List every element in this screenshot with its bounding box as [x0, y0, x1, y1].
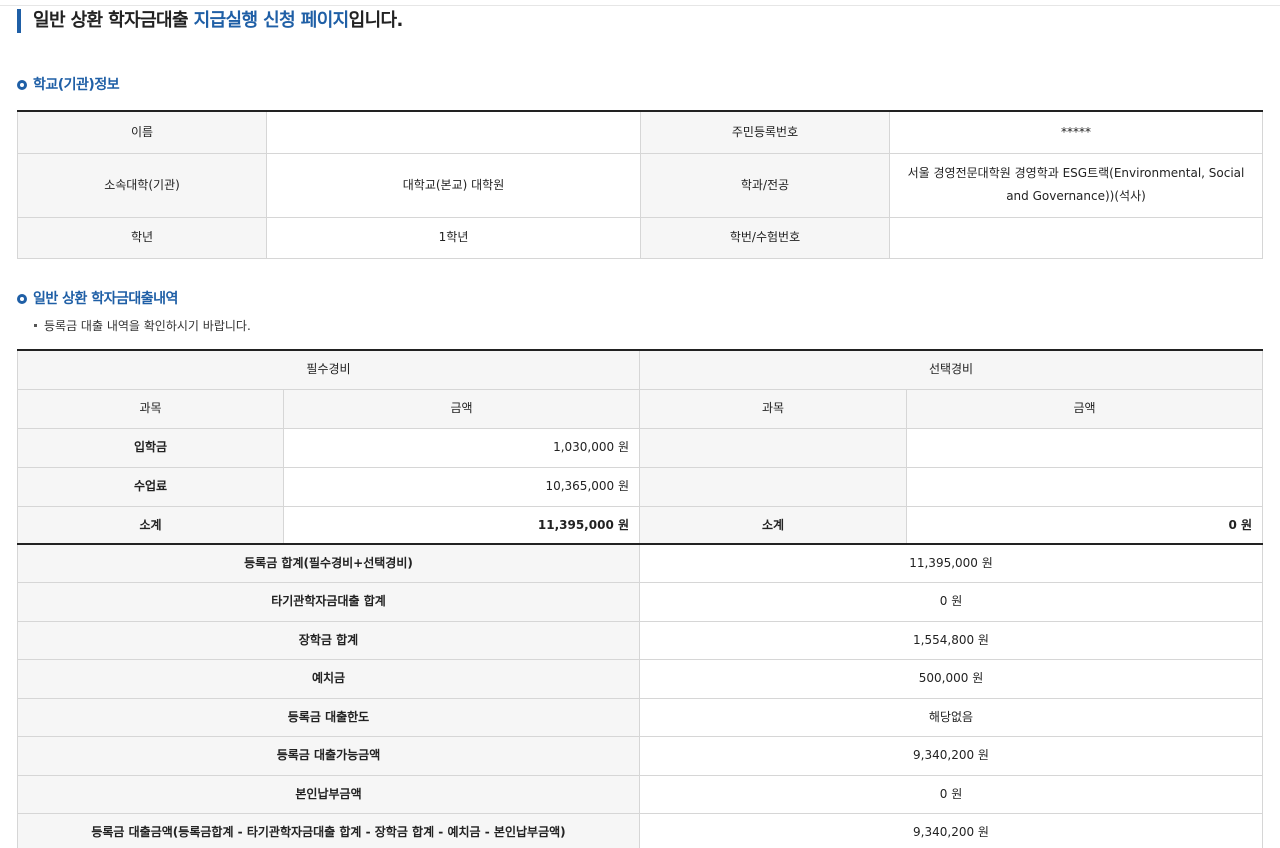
loan-summary-table: 등록금 합계(필수경비+선택경비) 11,395,000 원 타기관학자금대출 … — [17, 543, 1263, 848]
optional-subject-header: 과목 — [639, 388, 908, 429]
rrn-value: ***** — [889, 110, 1263, 154]
summary-label: 본인납부금액 — [17, 774, 640, 814]
page-title-suffix: 입니다. — [348, 10, 404, 31]
summary-label: 등록금 합계(필수경비+선택경비) — [17, 543, 640, 583]
summary-row: 장학금 합계 1,554,800 원 — [17, 620, 1263, 660]
summary-row: 등록금 대출가능금액 9,340,200 원 — [17, 736, 1263, 776]
loan-note-text: 등록금 대출 내역을 확인하시기 바랍니다. — [44, 319, 251, 333]
optional-subject — [639, 427, 908, 468]
summary-label: 등록금 대출가능금액 — [17, 736, 640, 776]
loan-breakdown-table: 필수경비 선택경비 과목 금액 과목 금액 입학금 1,030,000 원 수업… — [16, 349, 1264, 546]
major-label: 학과/전공 — [640, 152, 890, 218]
grade-label: 학년 — [17, 216, 267, 259]
optional-amount-header: 금액 — [906, 388, 1264, 429]
summary-value: 9,340,200 원 — [639, 813, 1263, 848]
required-subject: 수업료 — [17, 466, 284, 507]
summary-value: 1,554,800 원 — [639, 620, 1263, 660]
optional-amount — [906, 427, 1264, 468]
summary-row: 예치금 500,000 원 — [17, 659, 1263, 699]
university-value: 대학교(본교) 대학원 — [266, 152, 641, 218]
school-info-title-text: 학교(기관)정보 — [33, 77, 120, 93]
circle-bullet-icon — [17, 80, 27, 90]
required-amount-header: 금액 — [282, 388, 641, 429]
summary-value: 9,340,200 원 — [639, 736, 1263, 776]
name-value — [266, 110, 641, 154]
summary-value: 500,000 원 — [639, 659, 1263, 699]
optional-amount — [906, 466, 1264, 507]
page-title-highlight: 지급실행 신청 페이지 — [193, 10, 350, 31]
summary-value: 해당없음 — [639, 697, 1263, 737]
table-row: 이름 주민등록번호 ***** — [17, 110, 1263, 154]
summary-row: 본인납부금액 0 원 — [17, 774, 1263, 814]
circle-bullet-icon — [17, 294, 27, 304]
square-bullet-icon — [34, 324, 37, 327]
rrn-label: 주민등록번호 — [640, 110, 890, 154]
loan-section-title-text: 일반 상환 학자금대출내역 — [33, 291, 178, 307]
loan-note: 등록금 대출 내역을 확인하시기 바랍니다. — [34, 317, 251, 335]
required-amount: 1,030,000 원 — [282, 427, 641, 468]
table-row: 수업료 10,365,000 원 — [17, 466, 1264, 507]
school-info-table: 이름 주민등록번호 ***** 소속대학(기관) 대학교(본교) 대학원 학과/… — [17, 110, 1263, 259]
required-subject-header: 과목 — [17, 388, 284, 429]
table-row: 소속대학(기관) 대학교(본교) 대학원 학과/전공 서울 경영전문대학원 경영… — [17, 152, 1263, 218]
summary-row: 등록금 합계(필수경비+선택경비) 11,395,000 원 — [17, 543, 1263, 583]
subtotal-row: 소계 11,395,000 원 소계 0 원 — [17, 505, 1264, 546]
required-subtotal-value: 11,395,000 원 — [282, 505, 641, 546]
summary-label: 예치금 — [17, 659, 640, 699]
summary-value: 0 원 — [639, 774, 1263, 814]
optional-subtotal-label: 소계 — [639, 505, 908, 546]
university-label: 소속대학(기관) — [17, 152, 267, 218]
summary-label: 등록금 대출한도 — [17, 697, 640, 737]
summary-label: 타기관학자금대출 합계 — [17, 582, 640, 622]
table-row: 입학금 1,030,000 원 — [17, 427, 1264, 468]
required-subtotal-label: 소계 — [17, 505, 284, 546]
page-title-prefix: 일반 상환 학자금대출 — [33, 10, 194, 31]
summary-row: 등록금 대출한도 해당없음 — [17, 697, 1263, 737]
required-subject: 입학금 — [17, 427, 284, 468]
optional-subtotal-value: 0 원 — [906, 505, 1264, 546]
table-row: 학년 1학년 학번/수험번호 — [17, 216, 1263, 259]
major-value: 서울 경영전문대학원 경영학과 ESG트랙(Environmental, Soc… — [889, 152, 1263, 218]
summary-value: 0 원 — [639, 582, 1263, 622]
grade-value: 1학년 — [266, 216, 641, 259]
summary-label: 장학금 합계 — [17, 620, 640, 660]
summary-label: 등록금 대출금액(등록금합계 - 타기관학자금대출 합계 - 장학금 합계 - … — [17, 813, 640, 848]
school-info-section-title: 학교(기관)정보 — [17, 76, 120, 94]
page-title: 일반 상환 학자금대출 지급실행 신청 페이지입니다. — [17, 9, 403, 33]
name-label: 이름 — [17, 110, 267, 154]
student-number-value — [889, 216, 1263, 259]
summary-row: 타기관학자금대출 합계 0 원 — [17, 582, 1263, 622]
loan-section-title: 일반 상환 학자금대출내역 — [17, 290, 178, 308]
required-amount: 10,365,000 원 — [282, 466, 641, 507]
optional-subject — [639, 466, 908, 507]
student-number-label: 학번/수험번호 — [640, 216, 890, 259]
summary-value: 11,395,000 원 — [639, 543, 1263, 583]
optional-expenses-header: 선택경비 — [639, 349, 1264, 390]
summary-row: 등록금 대출금액(등록금합계 - 타기관학자금대출 합계 - 장학금 합계 - … — [17, 813, 1263, 848]
table-header-row: 과목 금액 과목 금액 — [17, 388, 1264, 429]
table-header-row: 필수경비 선택경비 — [16, 349, 1264, 390]
top-divider — [0, 5, 1280, 6]
required-expenses-header: 필수경비 — [16, 349, 641, 390]
